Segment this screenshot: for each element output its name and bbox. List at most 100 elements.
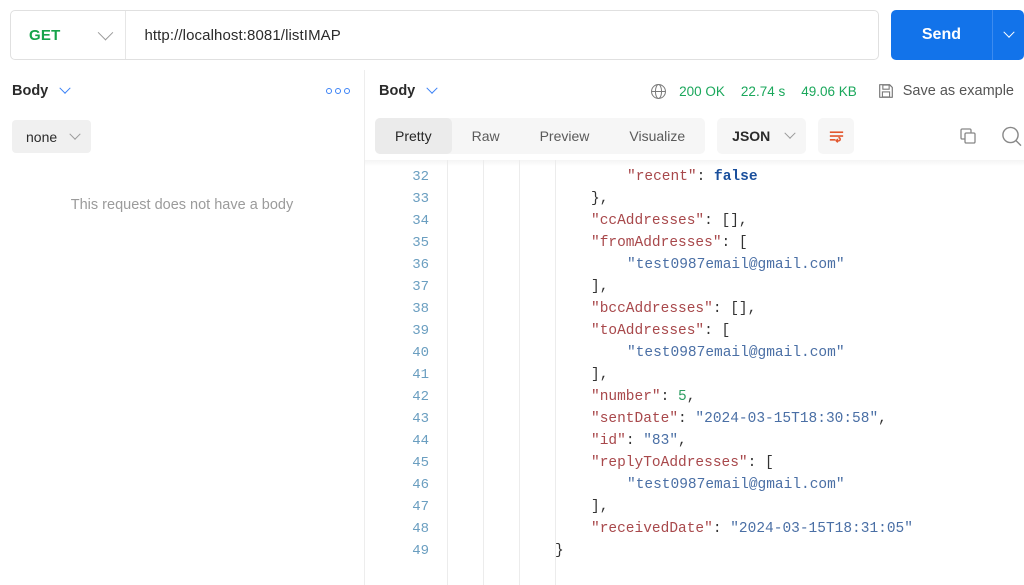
code-line-text: "replyToAddresses": [ [447, 455, 1024, 471]
code-token: , [678, 433, 687, 449]
response-code-viewer[interactable]: 32 "recent": false 33}, 34 "ccAddresses": []… [365, 160, 1024, 585]
search-icon[interactable] [1000, 125, 1022, 147]
url-input-wrapper: GET http://localhost:8081/listIMAP [10, 10, 879, 60]
line-number: 36 [412, 257, 429, 273]
line-number: 44 [412, 433, 429, 449]
code-token: : [ [704, 323, 731, 339]
chevron-down-icon [784, 127, 796, 139]
chevron-down-icon[interactable] [426, 82, 438, 94]
code-line-text: "sentDate": "2024-03-15T18:30:58", [447, 411, 1024, 427]
postman-window: GET http://localhost:8081/listIMAP Send … [0, 0, 1024, 585]
more-options-icon[interactable] [326, 88, 350, 94]
code-token: , [878, 411, 887, 427]
body-type-row: none [0, 112, 364, 153]
line-number: 49 [412, 543, 429, 559]
response-time: 22.74 s [740, 83, 786, 99]
response-view-tabs: Pretty Raw Preview Visualize [375, 118, 706, 154]
chevron-down-icon[interactable] [59, 82, 71, 94]
code-line-text: } [447, 543, 1024, 559]
response-tool-icons [958, 125, 1024, 147]
code-line: 47], [365, 496, 1024, 518]
code-line: 42 "number": 5, [365, 386, 1024, 408]
code-token: "toAddresses" [591, 323, 705, 339]
floppy-disk-icon [878, 84, 893, 98]
line-number: 40 [412, 345, 429, 361]
code-line: 36 "test0987email@gmail.com" [365, 254, 1024, 276]
request-body-title: Body [12, 83, 49, 99]
code-token: "test0987email@gmail.com" [627, 477, 845, 493]
code-token: : [ [747, 455, 774, 471]
chevron-down-icon [1002, 26, 1015, 38]
tab-visualize[interactable]: Visualize [609, 118, 705, 154]
request-body-header: Body [0, 70, 364, 112]
code-line-text: "test0987email@gmail.com" [447, 345, 1024, 361]
http-method-label: GET [29, 26, 61, 44]
code-line: 37], [365, 276, 1024, 298]
chevron-down-icon [98, 24, 114, 40]
code-token: "test0987email@gmail.com" [627, 345, 845, 361]
url-input[interactable]: http://localhost:8081/listIMAP [126, 27, 340, 44]
code-line: 48 "receivedDate": "2024-03-15T18:31:05" [365, 518, 1024, 540]
response-tabs-row: Pretty Raw Preview Visualize JSON [365, 112, 1024, 160]
body-type-selector[interactable]: none [12, 120, 92, 153]
send-button-group: Send [890, 10, 1024, 60]
request-url-bar: GET http://localhost:8081/listIMAP Send [0, 0, 1024, 70]
code-token: "83" [643, 433, 679, 449]
send-button[interactable]: Send [890, 10, 992, 60]
code-token: : [625, 433, 644, 449]
code-line-text: ], [447, 367, 1024, 383]
code-token: "number" [591, 389, 661, 405]
code-token: "2024-03-15T18:31:05" [730, 521, 913, 537]
line-number: 42 [412, 389, 429, 405]
response-body-title: Body [379, 83, 416, 99]
line-number: 35 [412, 235, 429, 251]
code-token: "recent" [627, 169, 697, 185]
code-token: : [660, 389, 679, 405]
code-line-text: "test0987email@gmail.com" [447, 257, 1024, 273]
copy-icon[interactable] [958, 126, 978, 146]
line-number: 46 [412, 477, 429, 493]
code-token: "test0987email@gmail.com" [627, 257, 845, 273]
code-token: : [712, 521, 731, 537]
code-line-text: "fromAddresses": [ [447, 235, 1024, 251]
request-response-split: Body none This request does not have a b… [0, 70, 1024, 585]
code-line-text: "ccAddresses": [], [447, 213, 1024, 229]
code-line: 33}, [365, 188, 1024, 210]
empty-body-message: This request does not have a body [70, 197, 294, 213]
code-token: 5 [678, 389, 687, 405]
response-header: Body 200 OK 22.74 s 49.06 KB Save as exa… [365, 70, 1024, 112]
code-token: "fromAddresses" [591, 235, 722, 251]
response-format-label: JSON [732, 128, 771, 144]
http-method-selector[interactable]: GET [11, 11, 127, 59]
response-format-selector[interactable]: JSON [717, 118, 807, 154]
tab-preview[interactable]: Preview [520, 118, 610, 154]
line-number: 43 [412, 411, 429, 427]
code-token: "receivedDate" [591, 521, 713, 537]
tab-raw[interactable]: Raw [452, 118, 520, 154]
code-line: 38 "bccAddresses": [], [365, 298, 1024, 320]
tab-pretty[interactable]: Pretty [375, 118, 452, 154]
code-lines: 32 "recent": false 33}, 34 "ccAddresses": []… [365, 160, 1024, 562]
code-line-text: "bccAddresses": [], [447, 301, 1024, 317]
code-token: "ccAddresses" [591, 213, 705, 229]
code-line: 44 "id": "83", [365, 430, 1024, 452]
line-number: 37 [412, 279, 429, 295]
code-line-text: "recent": false [447, 169, 1024, 185]
code-token: } [555, 543, 564, 559]
code-token: "2024-03-15T18:30:58" [695, 411, 879, 427]
code-line-text: "receivedDate": "2024-03-15T18:31:05" [447, 521, 1024, 537]
send-options-button[interactable] [992, 10, 1024, 60]
code-line-text: }, [447, 191, 1024, 207]
code-token: "replyToAddresses" [591, 455, 748, 471]
response-size: 49.06 KB [801, 83, 857, 99]
code-line: 49} [365, 540, 1024, 562]
save-as-example-button[interactable]: Save as example [877, 82, 1014, 100]
code-token: ], [591, 499, 609, 515]
word-wrap-button[interactable] [818, 118, 855, 154]
code-line-text: "toAddresses": [ [447, 323, 1024, 339]
code-token: : [ [721, 235, 748, 251]
code-token: "sentDate" [591, 411, 679, 427]
request-body-panel: Body none This request does not have a b… [0, 70, 365, 585]
body-type-label: none [26, 128, 58, 145]
line-number: 47 [412, 499, 429, 515]
